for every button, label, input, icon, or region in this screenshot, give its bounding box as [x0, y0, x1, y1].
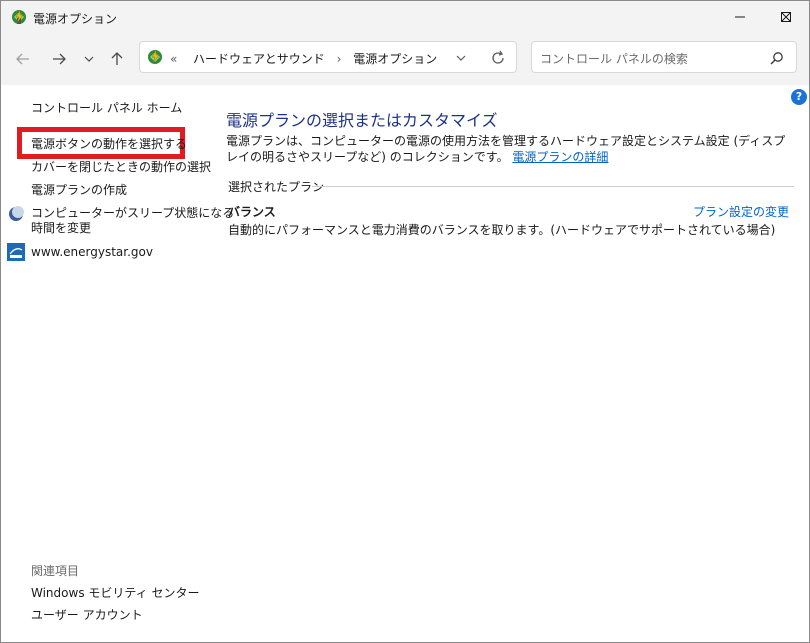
help-icon[interactable]: ? [791, 89, 807, 105]
change-plan-settings-link[interactable]: プラン設定の変更 [693, 203, 789, 220]
back-button[interactable] [11, 47, 35, 71]
chevron-down-icon [84, 56, 94, 62]
related-heading: 関連項目 [31, 564, 80, 578]
sleep-time-link-line2[interactable]: 時間を変更 [31, 220, 91, 237]
up-arrow-icon [111, 52, 123, 65]
up-button[interactable] [105, 47, 129, 71]
power-options-window: 電源オプション « ハードウェアとサウンド › 電源オプション コントロール パ… [0, 0, 810, 643]
moon-globe-icon [9, 206, 24, 221]
search-icon[interactable] [770, 51, 784, 65]
plan-name: バランス [228, 205, 276, 219]
power-plan-details-link[interactable]: 電源プランの詳細 [512, 150, 608, 164]
description-text: 電源プランは、コンピューターの電源の使用方法を管理するハードウェア設定とシステム… [226, 134, 786, 164]
title-bar: 電源オプション [1, 1, 809, 33]
control-panel-icon [148, 49, 162, 64]
minimize-button[interactable] [717, 1, 763, 33]
energy-star-icon [7, 243, 25, 261]
section-divider [312, 186, 794, 187]
search-placeholder: コントロール パネルの検索 [540, 52, 688, 66]
breadcrumb-hardware-sound[interactable]: ハードウェアとサウンド [193, 50, 325, 67]
recent-locations-button[interactable] [77, 47, 101, 71]
search-box[interactable]: コントロール パネルの検索 [531, 41, 797, 73]
address-bar[interactable]: « ハードウェアとサウンド › 電源オプション [139, 41, 517, 73]
forward-button[interactable] [47, 47, 71, 71]
breadcrumb-overflow[interactable]: « [170, 52, 177, 66]
close-icon [781, 12, 791, 22]
plan-description: 自動的にパフォーマンスと電力消費のバランスを取ります。(ハードウェアでサポートさ… [228, 223, 776, 237]
control-panel-home-link[interactable]: コントロール パネル ホーム [31, 100, 182, 117]
create-power-plan-link[interactable]: 電源プランの作成 [31, 182, 127, 199]
breadcrumb-power-options[interactable]: 電源オプション [353, 50, 437, 67]
breadcrumb-separator[interactable]: › [337, 52, 342, 66]
breadcrumb: « ハードウェアとサウンド › 電源オプション [170, 50, 437, 67]
selected-plan-label: 選択されたプラン [228, 180, 325, 194]
refresh-icon[interactable] [490, 50, 506, 66]
close-lid-action-link[interactable]: カバーを閉じたときの動作の選択 [31, 159, 211, 176]
energystar-link[interactable]: www.energystar.gov [31, 244, 153, 261]
power-options-icon [12, 9, 26, 24]
close-button[interactable] [763, 1, 809, 33]
window-title: 電源オプション [33, 12, 118, 26]
navigation-bar: « ハードウェアとサウンド › 電源オプション コントロール パネルの検索 [1, 33, 809, 85]
page-title: 電源プランの選択またはカスタマイズ [226, 111, 498, 130]
minimize-icon [735, 16, 745, 18]
page-description: 電源プランは、コンピューターの電源の使用方法を管理するハードウェア設定とシステム… [226, 133, 786, 165]
mobility-center-link[interactable]: Windows モビリティ センター [31, 585, 199, 602]
address-dropdown-icon[interactable] [454, 51, 468, 65]
user-accounts-link[interactable]: ユーザー アカウント [31, 607, 143, 624]
forward-arrow-icon [53, 53, 66, 65]
choose-power-button-link[interactable]: 電源ボタンの動作を選択する [31, 136, 187, 153]
back-arrow-icon [16, 53, 29, 65]
